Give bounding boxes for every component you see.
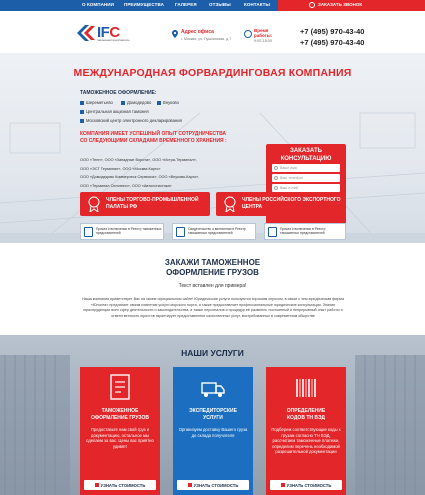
document-icon <box>84 227 93 237</box>
partners-line: ООО «Домодедово Коммерческ Сервисиз», ОО… <box>80 175 200 179</box>
order-text: Наша компания приветствует Вас на своем … <box>81 297 345 318</box>
service-description: Подберем соответствующие коды к грузам с… <box>271 427 341 454</box>
bullet-item: Московский центр электронного деклариров… <box>80 118 182 123</box>
order-subtitle: Текст вставлен для примера! <box>178 283 247 289</box>
nav-item-contacts[interactable]: КОНТАКТЫ <box>244 2 270 7</box>
bullet-item: Домодедово <box>121 100 151 105</box>
office-address: г. Москва, ул. Пушкинская, д.7 <box>181 37 232 41</box>
hero-background-image <box>0 112 425 243</box>
document-link[interactable]: Приказ о включении в Реестр таможенных п… <box>80 223 164 240</box>
callback-button[interactable]: ЗАКАЗАТЬ ЗВОНОК <box>318 2 362 7</box>
truck-icon <box>201 382 225 397</box>
clock-icon <box>244 30 252 38</box>
document-link[interactable]: Свидетельство о включении в Реестр тамож… <box>172 223 256 240</box>
partners-line: ООО «Терминал Селятино», ООО «Автологист… <box>80 183 172 188</box>
customs-heading: ТАМОЖЕННОЕ ОФОРМЛЕНИЕ: <box>80 90 157 96</box>
price-button[interactable]: УЗНАТЬ СТОИМОСТЬ <box>84 480 156 490</box>
logo-subtitle: таможенный представитель <box>97 39 130 42</box>
nav-item-reviews[interactable]: ОТЗЫВЫ <box>209 2 231 7</box>
document-link[interactable]: Приказ о включении в Реестр таможенных п… <box>264 223 346 240</box>
service-description: Организуем доставку Вашего груза до скла… <box>178 427 248 438</box>
bullet-item: Шереметьево <box>80 100 113 105</box>
calculator-icon <box>187 483 192 488</box>
mail-icon <box>274 186 278 190</box>
phone-icon <box>274 176 278 180</box>
price-button[interactable]: УЗНАТЬ СТОИМОСТЬ <box>177 480 249 490</box>
partners-list: ООО «Тенн», ООО «Западные Ворота», ООО «… <box>80 156 250 190</box>
bullet-icon <box>80 118 84 123</box>
top-nav: О КОМПАНИИ ПРЕИМУЩЕСТВА ГАЛЕРЕЯ ОТЗЫВЫ К… <box>0 0 425 11</box>
bullet-icon <box>80 100 84 105</box>
phone-field[interactable]: Ваш телефон <box>272 174 340 182</box>
service-title: ТАМОЖЕННОЕ ОФОРМЛЕНИЕ ГРУЗОВ <box>90 408 150 421</box>
page: О КОМПАНИИ ПРЕИМУЩЕСТВА ГАЛЕРЕЯ ОТЗЫВЫ К… <box>0 0 425 495</box>
service-description: Предоставьте нам свой груз и документаци… <box>86 427 154 449</box>
email-field[interactable]: Ваш e-mail <box>272 184 340 192</box>
hours-value: 9:00-18:00 <box>254 39 273 43</box>
header: IFC таможенный представитель Адрес офиса… <box>0 11 425 53</box>
phone-number-1[interactable]: +7 (495) 970-43-40 <box>300 27 364 36</box>
hero: МЕЖДУНАРОДНАЯ ФОРВАРДИНГОВАЯ КОМПАНИЯ ТА… <box>0 53 425 243</box>
form-title: ЗАКАЗАТЬ КОНСУЛЬТАЦИЮ <box>280 148 332 162</box>
service-title: ЭКСПЕДИТОРСКИЕ УСЛУГИ <box>189 408 237 421</box>
user-icon <box>274 166 278 170</box>
customs-declaration-icon <box>110 374 130 400</box>
office-title: Адрес офиса <box>181 29 214 35</box>
price-button[interactable]: УЗНАТЬ СТОИМОСТЬ <box>270 480 342 490</box>
phone-number-2[interactable]: +7 (495) 970-43-40 <box>300 38 364 47</box>
nav-item-about[interactable]: О КОМПАНИИ <box>82 2 114 7</box>
calculator-icon <box>280 483 285 488</box>
name-field[interactable]: Ваше имя <box>272 164 340 172</box>
warehouses-heading: КОМПАНИЯ ИМЕЕТ УСПЕШНЫЙ ОПЫТ СОТРУДНИЧЕС… <box>80 131 227 144</box>
partners-line: ООО «ЭСТ Терминал», ООО «Москва Карго» <box>80 166 161 171</box>
bullet-icon <box>80 109 84 114</box>
services-section: НАШИ УСЛУГИ ТАМОЖЕННОЕ ОФОРМЛЕНИЕ ГРУЗОВ … <box>0 335 425 495</box>
order-title: ЗАКАЖИ ТАМОЖЕННОЕ ОФОРМЛЕНИЕ ГРУЗОВ <box>164 258 261 277</box>
service-card-customs: ТАМОЖЕННОЕ ОФОРМЛЕНИЕ ГРУЗОВ Предоставьте… <box>80 367 160 495</box>
member-banner-chamber: ЧЛЕНЫ ТОРГОВО-ПРОМЫШЛЕННОЙ ПАЛАТЫ РФ <box>80 192 210 216</box>
nav-item-gallery[interactable]: ГАЛЕРЕЯ <box>175 2 197 7</box>
services-title: НАШИ УСЛУГИ <box>181 348 244 358</box>
member-banner-export: ЧЛЕНЫ РОССИЙСКОГО ЭКСПОРТНОГО ЦЕНТРА <box>216 192 346 216</box>
calculator-icon <box>94 483 99 488</box>
service-title: ОПРЕДЕЛЕНИЕ КОДОВ ТН ВЭД <box>286 408 326 421</box>
hours-title: Время работы: <box>254 28 273 38</box>
phone-icon <box>309 2 315 8</box>
service-card-codes: ОПРЕДЕЛЕНИЕ КОДОВ ТН ВЭД Подберем соответ… <box>266 367 346 495</box>
bullet-item: Внуково <box>157 100 179 105</box>
document-icon <box>176 227 185 237</box>
logo-mark-icon <box>77 25 95 41</box>
bullet-icon <box>157 100 161 105</box>
logo[interactable]: IFC таможенный представитель <box>75 23 130 47</box>
partners-line: ООО «Тенн», ООО «Западные Ворота», ООО «… <box>80 158 197 162</box>
bullet-icon <box>121 100 125 105</box>
barcode-icon <box>296 379 316 397</box>
medal-icon <box>88 196 100 212</box>
location-pin-icon <box>172 30 178 38</box>
bullet-item: Центральная акцизная таможня <box>80 109 149 114</box>
service-card-forwarding: ЭКСПЕДИТОРСКИЕ УСЛУГИ Организуем доставку… <box>173 367 253 495</box>
hero-title: МЕЖДУНАРОДНАЯ ФОРВАРДИНГОВАЯ КОМПАНИЯ <box>73 67 352 79</box>
medal-icon <box>224 196 236 212</box>
document-icon <box>268 227 277 237</box>
nav-item-advantages[interactable]: ПРЕИМУЩЕСТВА <box>124 2 164 7</box>
